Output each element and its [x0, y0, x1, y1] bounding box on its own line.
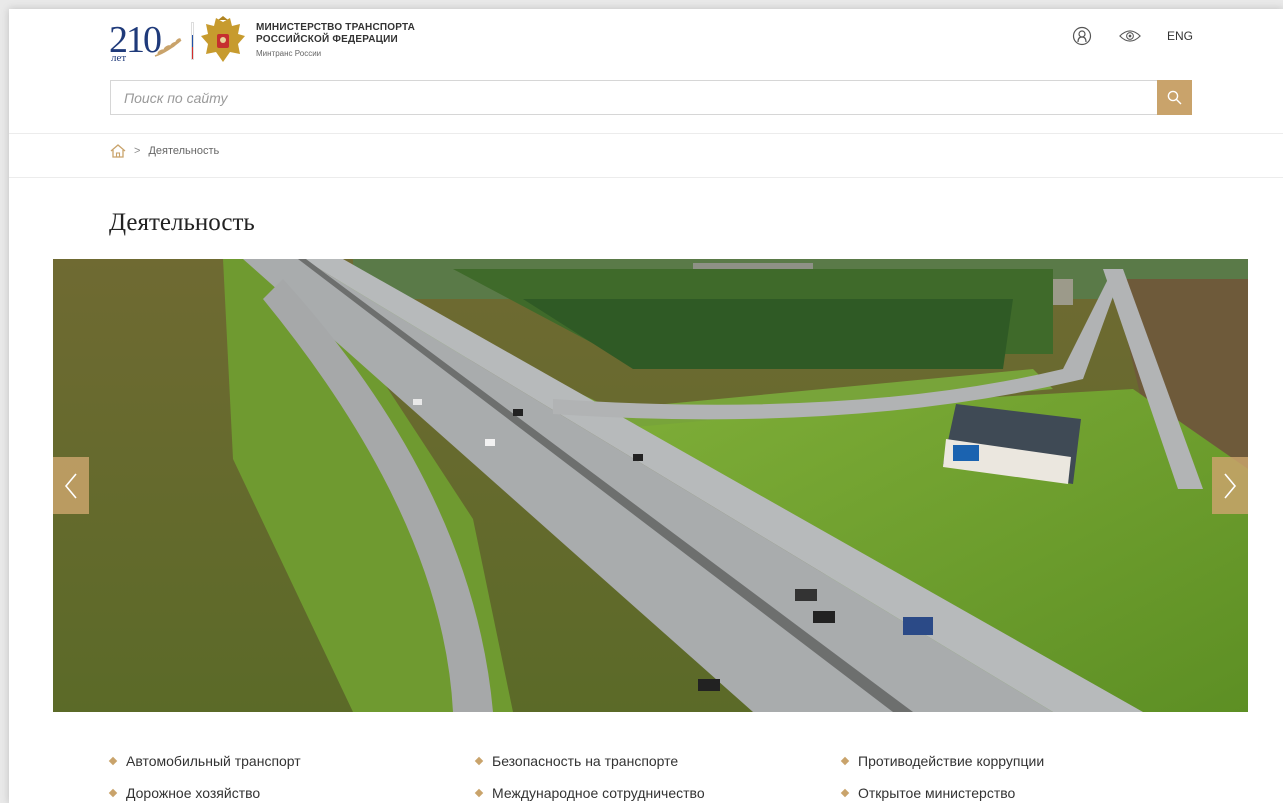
link-anti-corruption[interactable]: Противодействие коррупции [840, 753, 1208, 769]
page: 210 лет МИНИСТЕРСТВО ТРАНСПОРТА РОССИЙСК… [9, 9, 1283, 803]
ministry-line-1: МИНИСТЕРСТВО ТРАНСПОРТА [256, 22, 416, 33]
link-road-management[interactable]: Дорожное хозяйство [108, 785, 476, 801]
eye-icon[interactable] [1119, 25, 1141, 47]
link-auto-transport[interactable]: Автомобильный транспорт [108, 753, 476, 769]
laurel-icon [154, 38, 182, 57]
breadcrumb-divider [9, 177, 1283, 178]
link-label: Международное сотрудничество [492, 785, 705, 801]
bullet-icon [840, 788, 850, 798]
highway-aerial-image [53, 259, 1248, 712]
link-label: Дорожное хозяйство [126, 785, 261, 801]
site-logo[interactable]: 210 лет МИНИСТЕРСТВО ТРАНСПОРТА РОССИЙСК… [109, 13, 415, 69]
bullet-icon [108, 788, 118, 798]
language-switch[interactable]: ENG [1167, 29, 1193, 43]
link-label: Противодействие коррупции [858, 753, 1045, 769]
link-open-ministry[interactable]: Открытое министерство [840, 785, 1208, 801]
chevron-right-icon [1224, 472, 1237, 499]
chevron-left-icon [64, 472, 77, 499]
header-tools: ENG [1071, 25, 1193, 47]
bullet-icon [840, 756, 850, 766]
slider-next-button[interactable] [1212, 457, 1248, 514]
header-divider [9, 133, 1283, 134]
search-button[interactable] [1157, 80, 1192, 115]
ministry-name: МИНИСТЕРСТВО ТРАНСПОРТА РОССИЙСКОЙ ФЕДЕР… [256, 22, 415, 60]
breadcrumb-current: Деятельность [148, 145, 220, 157]
bullet-icon [474, 788, 484, 798]
link-transport-security[interactable]: Безопасность на транспорте [474, 753, 842, 769]
link-label: Безопасность на транспорте [492, 753, 679, 769]
bullet-icon [474, 756, 484, 766]
breadcrumb: > Деятельность [110, 144, 219, 158]
coat-of-arms-icon [201, 16, 245, 62]
flag-divider [191, 22, 194, 60]
search-input[interactable] [111, 81, 1157, 114]
image-slider [53, 259, 1248, 712]
user-icon[interactable] [1071, 25, 1093, 47]
search-bar [110, 80, 1192, 115]
ministry-line-2: РОССИЙСКОЙ ФЕДЕРАЦИИ [256, 34, 398, 45]
activity-links: Автомобильный транспорт Безопасность на … [108, 753, 1210, 801]
breadcrumb-separator: > [134, 145, 141, 157]
ministry-short-name: Минтранс России [256, 49, 322, 58]
link-label: Открытое министерство [858, 785, 1016, 801]
home-icon[interactable] [110, 144, 126, 158]
link-label: Автомобильный транспорт [126, 753, 301, 769]
bullet-icon [108, 756, 118, 766]
link-international-cooperation[interactable]: Международное сотрудничество [474, 785, 842, 801]
slider-prev-button[interactable] [53, 457, 89, 514]
search-icon [1167, 90, 1182, 105]
anniversary-logo: 210 лет [109, 16, 187, 66]
anniversary-suffix: лет [111, 52, 127, 64]
page-title: Деятельность [109, 209, 255, 236]
